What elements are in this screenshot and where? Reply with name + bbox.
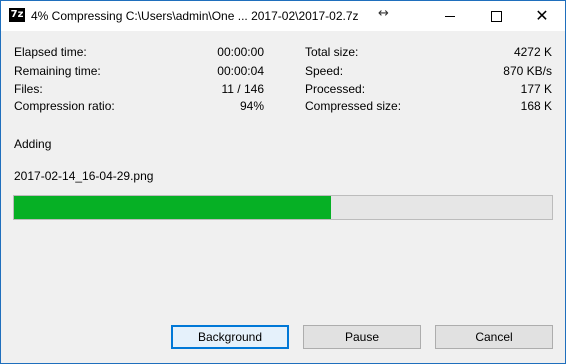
compression-progress-window: 7z 4% Compressing C:\Users\admin\One ...… <box>0 0 566 364</box>
current-action-text: Adding <box>14 137 52 151</box>
processed-label: Processed: <box>305 82 366 96</box>
total-size-value: 4272 K <box>513 45 552 59</box>
processed-value: 177 K <box>520 82 552 96</box>
progress-bar-fill <box>14 196 332 219</box>
close-icon: ✕ <box>535 6 549 25</box>
compression-ratio-value: 94% <box>239 99 264 113</box>
files-value: 11 / 146 <box>221 82 264 96</box>
total-size-label: Total size: <box>305 45 359 59</box>
maximize-icon <box>490 10 502 22</box>
remaining-time-value: 00:00:04 <box>217 64 264 78</box>
compression-progress-bar <box>13 195 553 220</box>
minimize-button[interactable] <box>427 1 473 31</box>
speed-value: 870 KB/s <box>503 64 552 78</box>
speed-label: Speed: <box>305 64 344 78</box>
window-title: 4% Compressing C:\Users\admin\One ... 20… <box>31 9 359 23</box>
compressed-size-label: Compressed size: <box>305 99 402 113</box>
minimize-icon <box>445 15 455 17</box>
elapsed-time-label: Elapsed time: <box>14 45 87 59</box>
7zip-app-icon: 7z <box>9 8 25 22</box>
remaining-time-label: Remaining time: <box>14 64 101 78</box>
pause-button[interactable]: Pause <box>303 325 421 349</box>
current-file-name: 2017-02-14_16-04-29.png <box>14 169 154 183</box>
title-bar[interactable]: 7z 4% Compressing C:\Users\admin\One ...… <box>1 1 565 31</box>
compressed-size-value: 168 K <box>520 99 552 113</box>
maximize-button[interactable] <box>473 1 519 31</box>
close-button[interactable]: ✕ <box>519 1 565 31</box>
files-label: Files: <box>14 82 43 96</box>
cancel-button[interactable]: Cancel <box>435 325 553 349</box>
resize-cursor-icon: ↔ <box>378 6 389 21</box>
background-button[interactable]: Background <box>171 325 289 349</box>
compression-ratio-label: Compression ratio: <box>14 99 115 113</box>
elapsed-time-value: 00:00:00 <box>217 45 264 59</box>
